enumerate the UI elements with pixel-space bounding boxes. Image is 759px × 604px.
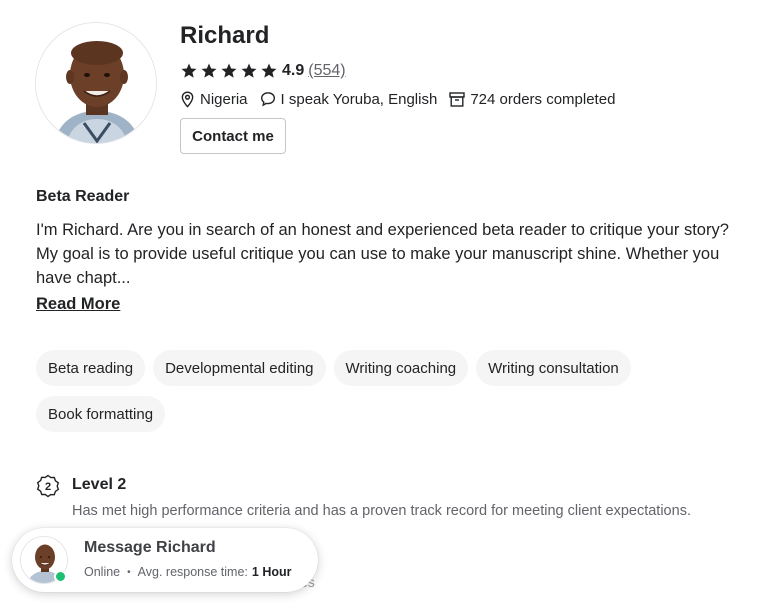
languages-item: I speak Yoruba, English [260, 90, 438, 108]
profile-name: Richard [180, 22, 270, 49]
skill-tag[interactable]: Writing coaching [333, 350, 469, 386]
star-rating [180, 62, 278, 80]
response-time-label: Avg. response time: [137, 565, 248, 579]
contact-me-button[interactable]: Contact me [180, 118, 286, 154]
skill-tag[interactable]: Beta reading [36, 350, 146, 386]
location-item: Nigeria [180, 91, 248, 108]
skill-tag[interactable]: Developmental editing [153, 350, 326, 386]
online-status-dot [54, 570, 67, 583]
level-description: Has met high performance criteria and ha… [72, 503, 691, 519]
gig-description: I'm Richard. Are you in search of an hon… [36, 221, 729, 287]
speech-bubble-icon [260, 92, 275, 107]
star-icon [261, 63, 277, 78]
level-badge-icon: 2 [36, 474, 60, 498]
profile-avatar[interactable] [35, 22, 157, 144]
location-pin-icon [181, 90, 194, 108]
profile-meta: Nigeria I speak Yoruba, English 724 orde… [180, 89, 627, 109]
rating-count-link[interactable]: (554) [308, 62, 345, 80]
star-icon [241, 63, 257, 78]
star-icon [201, 63, 217, 78]
rating-summary: 4.9 (554) [180, 61, 346, 81]
message-seller-card[interactable]: Message Richard Online • Avg. response t… [12, 528, 318, 592]
skill-tags: Beta reading Developmental editing Writi… [36, 350, 676, 432]
separator-dot: • [127, 566, 131, 578]
message-card-title: Message Richard [84, 539, 216, 556]
online-status-text: Online [84, 565, 121, 579]
orders-item: 724 orders completed [449, 91, 615, 108]
response-time-value: 1 Hour [251, 565, 292, 579]
orders-text: 724 orders completed [470, 90, 616, 108]
archive-box-icon [449, 91, 466, 107]
location-text: Nigeria [200, 90, 248, 108]
skill-tag[interactable]: Writing consultation [476, 350, 631, 386]
skill-tag[interactable]: Book formatting [36, 396, 166, 432]
rating-score: 4.9 [282, 62, 305, 79]
read-more-link[interactable]: Read More [36, 295, 120, 314]
message-card-status: Online • Avg. response time: 1 Hour [84, 565, 292, 579]
star-icon [181, 63, 197, 78]
level-badge-number: 2 [45, 481, 51, 493]
star-icon [221, 63, 237, 78]
languages-text: I speak Yoruba, English [280, 90, 438, 108]
level-title: Level 2 [72, 476, 127, 493]
gig-title: Beta Reader [36, 188, 130, 205]
